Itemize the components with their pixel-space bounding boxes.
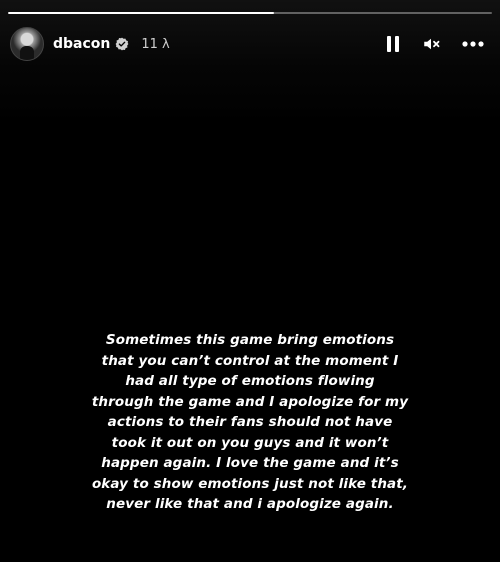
- caption-line: happen again. I love the game and it’s: [101, 455, 399, 471]
- caption-line: that you can’t control at the moment I: [101, 352, 399, 369]
- post-timestamp: 11 λ: [141, 36, 170, 52]
- caption-line: actions to their fans should not have: [107, 414, 393, 430]
- caption-line: never like that and i apologize again.: [106, 496, 394, 512]
- story-progress-bar: [8, 12, 492, 14]
- avatar[interactable]: [10, 27, 44, 61]
- verified-badge-icon: [115, 37, 129, 51]
- caption-line: took it out on you guys and it won’t: [111, 434, 389, 451]
- caption-line: Sometimes this game bring emotions: [105, 332, 395, 348]
- story-progress-fill: [8, 12, 275, 14]
- story-caption-text: Sometimes this game bring emotions that y…: [50, 330, 450, 515]
- more-options-icon[interactable]: [462, 41, 484, 47]
- story-viewer[interactable]: dbacon 11 λ Sometimes this game bring em…: [0, 0, 500, 562]
- caption-line: okay to show emotions just not like that…: [91, 475, 409, 492]
- caption-line: through the game and I apologize for my: [91, 393, 409, 410]
- mute-icon[interactable]: [422, 35, 440, 53]
- pause-icon[interactable]: [386, 35, 400, 53]
- username[interactable]: dbacon: [53, 36, 110, 52]
- story-controls: [386, 35, 490, 53]
- story-header: dbacon 11 λ: [10, 26, 490, 62]
- caption-line: had all type of emotions flowing: [125, 373, 375, 389]
